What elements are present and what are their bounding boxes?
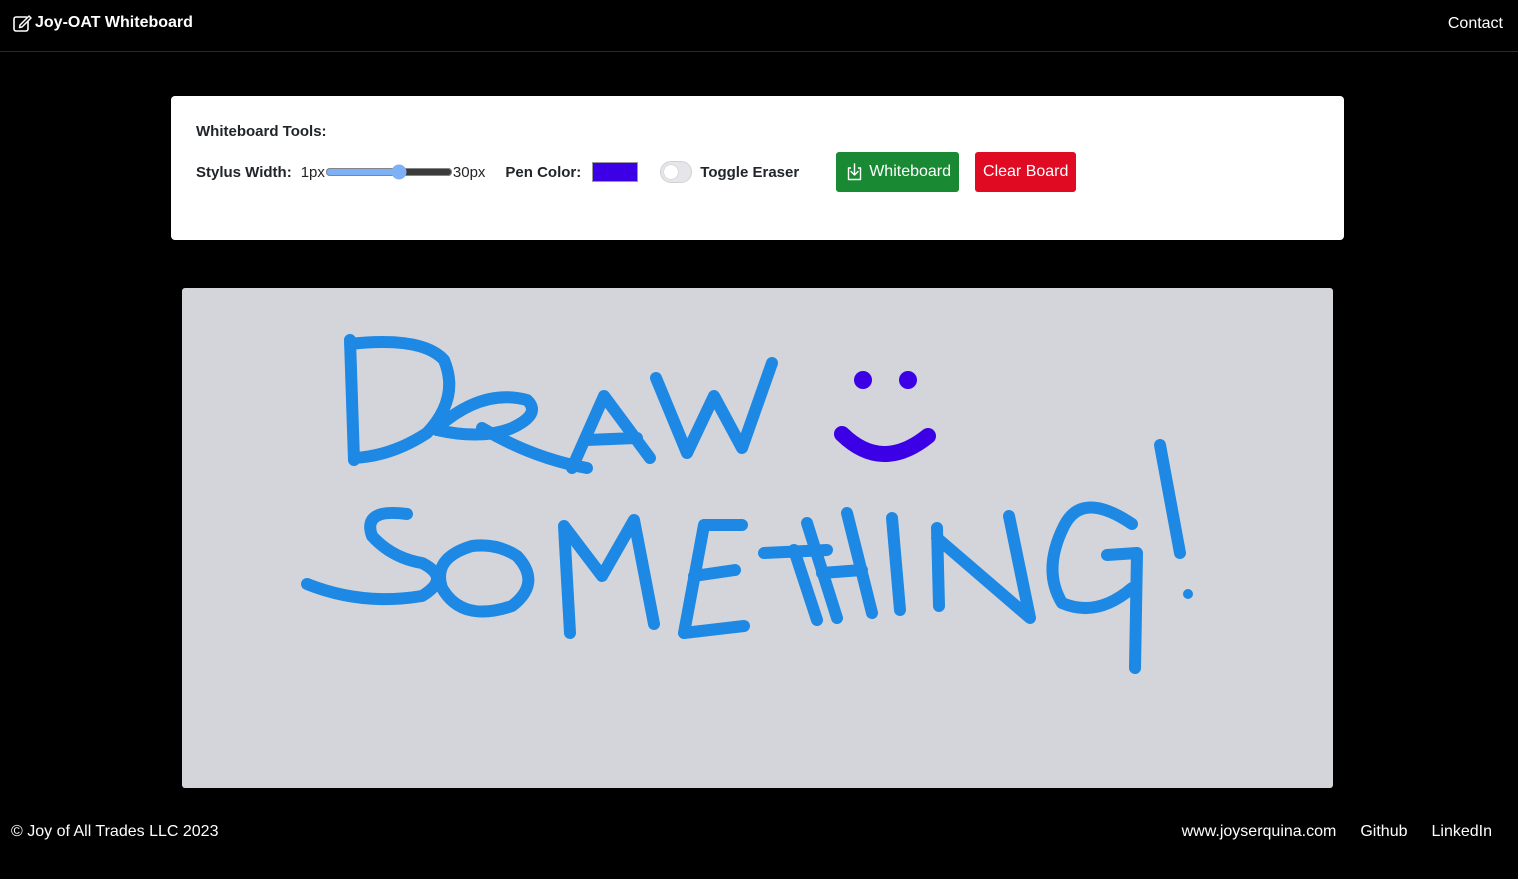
eraser-toggle-label: Toggle Eraser (700, 163, 800, 181)
website-link[interactable]: www.joyserquina.com (1182, 823, 1337, 841)
stylus-min-label: 1px (300, 163, 325, 181)
tools-title: Whiteboard Tools: (196, 123, 327, 140)
copyright-text: © Joy of All Trades LLC 2023 (11, 823, 219, 840)
top-navbar: Joy-OAT Whiteboard Contact (0, 0, 1518, 52)
pen-color-label: Pen Color: (505, 163, 582, 181)
brand-title: Joy-OAT Whiteboard (35, 14, 193, 31)
stylus-max-label: 30px (452, 163, 486, 181)
pen-color-picker[interactable] (592, 162, 639, 182)
exclamation-dot (1183, 589, 1193, 599)
board-drawing (301, 334, 1193, 674)
save-whiteboard-button[interactable]: Whiteboard (836, 152, 960, 192)
smiley-face (834, 371, 936, 462)
download-icon (847, 163, 862, 181)
eraser-toggle-switch[interactable] (660, 161, 693, 183)
save-button-label: Whiteboard (869, 163, 952, 180)
smiley-right-eye (899, 371, 917, 389)
clear-board-button[interactable]: Clear Board (975, 152, 1077, 192)
github-link[interactable]: Github (1360, 823, 1407, 841)
whiteboard-tools-panel: Whiteboard Tools: Stylus Width: 1px 30px… (171, 96, 1344, 240)
tools-row: Stylus Width: 1px 30px Pen Color: Toggle… (196, 152, 1077, 192)
footer-links: www.joyserquina.com Github LinkedIn (1158, 823, 1492, 841)
linkedin-link[interactable]: LinkedIn (1432, 823, 1493, 841)
smiley-left-eye (854, 371, 872, 389)
pencil-square-icon (13, 15, 32, 32)
smiley-mouth (834, 426, 936, 462)
stylus-width-slider[interactable] (324, 163, 453, 181)
nav-contact-link[interactable]: Contact (1448, 15, 1503, 33)
whiteboard-canvas[interactable] (182, 288, 1333, 788)
toggle-knob (664, 165, 679, 179)
drawing-text (301, 334, 1186, 674)
stylus-width-label: Stylus Width: (196, 163, 292, 181)
brand-link[interactable]: Joy-OAT Whiteboard (12, 13, 193, 33)
